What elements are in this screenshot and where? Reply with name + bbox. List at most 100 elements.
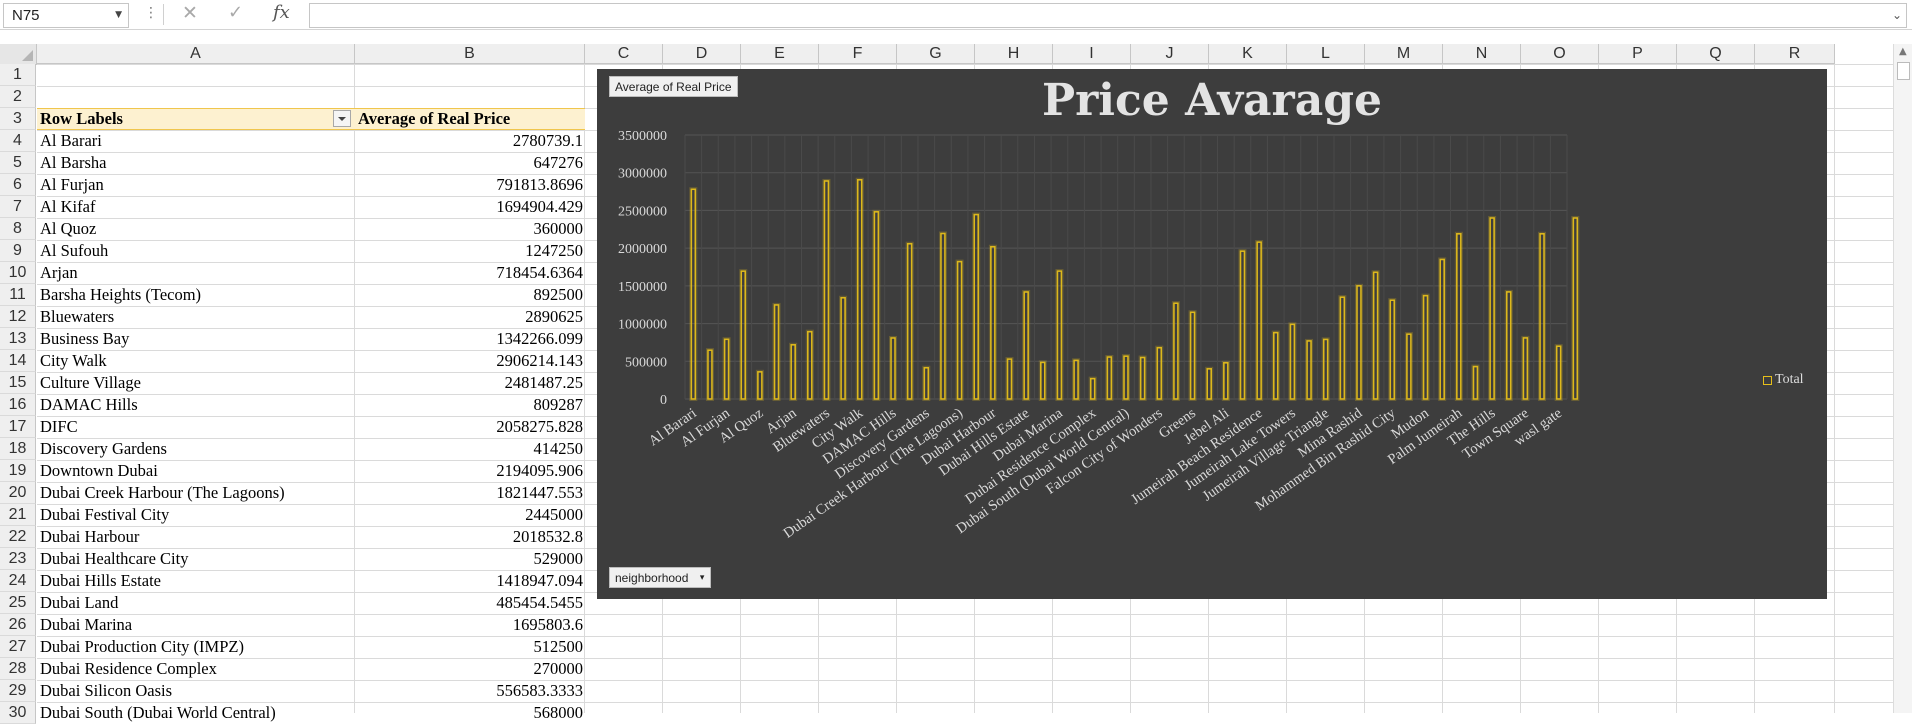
pivot-row-label[interactable]: DIFC	[40, 416, 352, 438]
pivot-row-value[interactable]: 270000	[358, 658, 584, 680]
pivot-row-value[interactable]: 1418947.094	[358, 570, 583, 592]
row-header-22[interactable]: 22	[0, 526, 36, 548]
row-header-7[interactable]: 7	[0, 196, 36, 218]
pivot-value-header[interactable]: Average of Real Price	[358, 108, 588, 130]
row-header-18[interactable]: 18	[0, 438, 36, 460]
pivot-row-value[interactable]: 2481487.25	[358, 372, 583, 394]
cancel-icon[interactable]: ✕	[182, 2, 198, 24]
row-header-27[interactable]: 27	[0, 636, 36, 658]
pivot-row-value[interactable]: 2890625	[358, 306, 583, 328]
pivot-row-value[interactable]: 529000	[358, 548, 584, 570]
pivot-row-label[interactable]: Al Barari	[40, 130, 352, 152]
pivot-row-label[interactable]: City Walk	[40, 350, 352, 372]
row-header-17[interactable]: 17	[0, 416, 36, 438]
column-header-d[interactable]: D	[663, 44, 741, 64]
pivot-row-label[interactable]: DAMAC Hills	[40, 394, 352, 416]
row-header-19[interactable]: 19	[0, 460, 36, 482]
row-header-11[interactable]: 11	[0, 284, 36, 306]
row-header-9[interactable]: 9	[0, 240, 36, 262]
pivot-row-value[interactable]: 2058275.828	[358, 416, 583, 438]
pivot-row-value[interactable]: 892500	[358, 284, 584, 306]
axis-field-button[interactable]: neighborhood ▾	[609, 567, 712, 588]
pivot-row-value[interactable]: 791813.8696	[358, 174, 583, 196]
row-header-30[interactable]: 30	[0, 702, 36, 724]
pivot-row-label[interactable]: Dubai Land	[40, 592, 352, 614]
pivot-row-value[interactable]: 2906214.143	[358, 350, 583, 372]
column-header-l[interactable]: L	[1287, 44, 1365, 64]
pivot-row-label[interactable]: Dubai Festival City	[40, 504, 352, 526]
row-header-21[interactable]: 21	[0, 504, 36, 526]
row-header-5[interactable]: 5	[0, 152, 36, 174]
column-header-b[interactable]: B	[355, 44, 585, 64]
row-header-23[interactable]: 23	[0, 548, 36, 570]
pivot-row-label[interactable]: Barsha Heights (Tecom)	[40, 284, 352, 306]
pivot-row-label[interactable]: Discovery Gardens	[40, 438, 352, 460]
row-header-25[interactable]: 25	[0, 592, 36, 614]
pivot-row-label[interactable]: Downtown Dubai	[40, 460, 352, 482]
pivot-row-value[interactable]: 647276	[358, 152, 584, 174]
column-header-k[interactable]: K	[1209, 44, 1287, 64]
pivot-row-value[interactable]: 2018532.8	[358, 526, 583, 548]
pivot-row-value[interactable]: 568000	[358, 702, 584, 724]
row-header-15[interactable]: 15	[0, 372, 36, 394]
pivot-row-label[interactable]: Al Sufouh	[40, 240, 352, 262]
pivot-row-label[interactable]: Dubai Hills Estate	[40, 570, 352, 592]
pivot-row-value[interactable]: 2445000	[358, 504, 583, 526]
pivot-row-value[interactable]: 414250	[358, 438, 584, 460]
pivot-row-value[interactable]: 1821447.553	[358, 482, 583, 504]
pivot-row-label[interactable]: Dubai Healthcare City	[40, 548, 352, 570]
pivot-row-value[interactable]: 512500	[358, 636, 584, 658]
row-header-16[interactable]: 16	[0, 394, 36, 416]
pivot-row-label[interactable]: Al Furjan	[40, 174, 352, 196]
pivot-row-label[interactable]: Al Quoz	[40, 218, 352, 240]
scroll-thumb[interactable]	[1897, 62, 1910, 80]
column-header-h[interactable]: H	[975, 44, 1053, 64]
row-header-1[interactable]: 1	[0, 64, 36, 86]
row-header-29[interactable]: 29	[0, 680, 36, 702]
formula-input[interactable]: ⌄	[309, 3, 1907, 28]
row-header-26[interactable]: 26	[0, 614, 36, 636]
chevron-down-icon[interactable]: ▼	[115, 10, 122, 20]
column-header-r[interactable]: R	[1755, 44, 1835, 64]
row-header-10[interactable]: 10	[0, 262, 36, 284]
pivot-row-label[interactable]: Dubai South (Dubai World Central)	[40, 702, 352, 724]
column-header-a[interactable]: A	[37, 44, 355, 64]
pivot-row-value[interactable]: 485454.5455	[358, 592, 583, 614]
row-header-3[interactable]: 3	[0, 108, 36, 130]
pivot-row-value[interactable]: 2194095.906	[358, 460, 583, 482]
name-box[interactable]: N75 ▼	[3, 3, 129, 28]
row-header-4[interactable]: 4	[0, 130, 36, 152]
pivot-row-value[interactable]: 718454.6364	[358, 262, 583, 284]
pivot-row-label[interactable]: Bluewaters	[40, 306, 352, 328]
row-header-28[interactable]: 28	[0, 658, 36, 680]
pivot-row-labels-header[interactable]: Row Labels	[40, 108, 330, 130]
pivot-row-label[interactable]: Arjan	[40, 262, 352, 284]
column-header-f[interactable]: F	[819, 44, 897, 64]
pivot-row-value[interactable]: 360000	[358, 218, 584, 240]
column-header-o[interactable]: O	[1521, 44, 1599, 64]
row-header-20[interactable]: 20	[0, 482, 36, 504]
column-header-c[interactable]: C	[585, 44, 663, 64]
row-header-14[interactable]: 14	[0, 350, 36, 372]
pivot-row-label[interactable]: Dubai Marina	[40, 614, 352, 636]
enter-icon[interactable]: ✓	[228, 2, 243, 23]
pivot-row-label[interactable]: Dubai Silicon Oasis	[40, 680, 352, 702]
pivot-row-label[interactable]: Dubai Production City (IMPZ)	[40, 636, 352, 658]
pivot-row-value[interactable]: 1247250	[358, 240, 583, 262]
pivot-row-label[interactable]: Dubai Creek Harbour (The Lagoons)	[40, 482, 352, 504]
pivot-row-value[interactable]: 1694904.429	[358, 196, 583, 218]
pivot-row-value[interactable]: 556583.3333	[358, 680, 583, 702]
column-header-j[interactable]: J	[1131, 44, 1209, 64]
column-header-q[interactable]: Q	[1677, 44, 1755, 64]
row-labels-filter-button[interactable]	[333, 110, 351, 127]
pivot-row-value[interactable]: 1342266.099	[358, 328, 583, 350]
axis-field-dropdown-icon[interactable]: ▾	[700, 568, 705, 588]
row-header-2[interactable]: 2	[0, 86, 36, 108]
pivot-row-label[interactable]: Dubai Harbour	[40, 526, 352, 548]
row-header-6[interactable]: 6	[0, 174, 36, 196]
column-header-m[interactable]: M	[1365, 44, 1443, 64]
insert-function-icon[interactable]: fx	[273, 2, 290, 23]
column-header-e[interactable]: E	[741, 44, 819, 64]
expand-formula-icon[interactable]: ⌄	[1892, 8, 1902, 22]
column-header-g[interactable]: G	[897, 44, 975, 64]
